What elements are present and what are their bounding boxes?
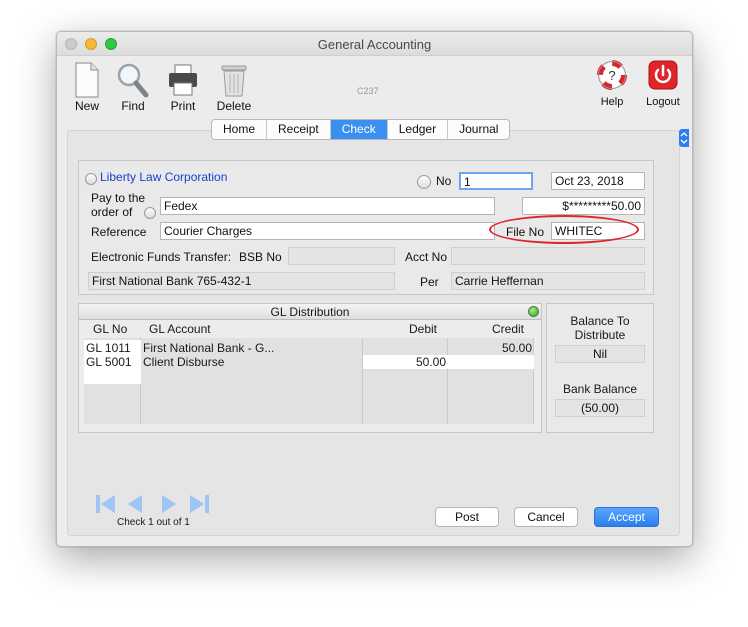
check-no-radio[interactable] — [417, 175, 431, 189]
last-record-icon[interactable] — [188, 494, 210, 514]
toolbar: New Find Print Delete C237 ? Help Logout — [57, 56, 692, 124]
tab-receipt[interactable]: Receipt — [267, 120, 331, 139]
screen-code: C237 — [357, 86, 379, 96]
gl-no-header: GL No — [93, 322, 128, 336]
credit-header: Credit — [492, 322, 525, 336]
find-button[interactable]: Find — [111, 56, 155, 118]
delete-button[interactable]: Delete — [212, 56, 256, 118]
amount-field[interactable]: $*********50.00 — [522, 197, 645, 215]
first-record-icon[interactable] — [95, 494, 117, 514]
bsb-field[interactable] — [288, 247, 395, 265]
power-icon — [648, 60, 678, 90]
main-window: General Accounting New Find Print Delete… — [56, 31, 693, 547]
title-bar: General Accounting — [57, 32, 692, 56]
per-field[interactable]: Carrie Heffernan — [451, 272, 645, 290]
debit-column — [363, 338, 448, 424]
gl-account-cell: First National Bank - G... — [143, 341, 275, 355]
check-no-input[interactable]: 1 — [459, 172, 533, 190]
pay-to-label-line1: Pay to the — [91, 191, 146, 205]
payee-radio[interactable] — [144, 207, 156, 219]
logout-button[interactable]: Logout — [641, 56, 685, 118]
acct-no-field[interactable] — [451, 247, 645, 265]
status-light-icon — [528, 306, 539, 317]
previous-record-icon[interactable] — [127, 494, 143, 514]
new-button[interactable]: New — [65, 56, 109, 118]
payer-radio[interactable] — [85, 173, 97, 185]
debit-header: Debit — [409, 322, 438, 336]
payer-link[interactable]: Liberty Law Corporation — [100, 170, 227, 184]
tab-journal[interactable]: Journal — [448, 120, 510, 139]
credit-cell: 50.00 — [501, 341, 532, 355]
tab-ledger[interactable]: Ledger — [387, 120, 449, 139]
popup-stepper[interactable] — [679, 129, 689, 147]
reference-input[interactable]: Courier Charges — [160, 222, 495, 240]
tab-home[interactable]: Home — [212, 120, 268, 139]
balance-panel: Balance To Distribute Nil Bank Balance (… — [546, 303, 654, 433]
lifebuoy-help-icon: ? — [597, 60, 627, 90]
balance-to-distribute-field: Nil — [555, 345, 645, 363]
help-button[interactable]: ? Help — [590, 56, 634, 118]
check-date-field[interactable]: Oct 23, 2018 — [551, 172, 645, 190]
tab-bar: Home Receipt Check Ledger Journal — [211, 119, 511, 140]
eft-label: Electronic Funds Transfer: — [91, 250, 232, 264]
bank-balance-label: Bank Balance — [562, 382, 638, 396]
post-button[interactable]: Post — [435, 507, 499, 527]
gl-account-cell: Client Disburse — [143, 355, 225, 369]
accept-button[interactable]: Accept — [594, 507, 659, 527]
gl-no-cell: GL 1011 — [86, 341, 131, 355]
gl-account-header: GL Account — [149, 322, 211, 336]
check-no-label: No — [436, 174, 452, 188]
record-status: Check 1 out of 1 — [117, 517, 190, 528]
bsb-label: BSB No — [239, 250, 282, 264]
printer-icon — [169, 64, 197, 96]
gl-distribution-group: GL Distribution GL No GL Account Debit C… — [78, 303, 542, 433]
balance-to-distribute-label: Balance To Distribute — [570, 314, 630, 342]
window-title: General Accounting — [317, 37, 432, 52]
payee-input[interactable]: Fedex — [160, 197, 495, 215]
up-down-arrows-icon — [680, 132, 688, 144]
reference-label: Reference — [91, 225, 147, 239]
cancel-button[interactable]: Cancel — [514, 507, 578, 527]
debit-cell: 50.00 — [415, 355, 446, 369]
new-document-icon — [75, 62, 99, 98]
trash-can-icon — [221, 65, 247, 97]
acct-no-label: Acct No — [405, 250, 448, 264]
magnifier-icon — [117, 63, 149, 98]
bank-account-field[interactable]: First National Bank 765-432-1 — [88, 272, 395, 290]
print-button[interactable]: Print — [161, 56, 205, 118]
check-details-group: Liberty Law Corporation No 1 Oct 23, 201… — [78, 160, 654, 295]
gl-distribution-header: GL Distribution — [79, 304, 541, 320]
per-label: Per — [420, 275, 439, 289]
bank-balance-field: (50.00) — [555, 399, 645, 417]
tab-check[interactable]: Check — [330, 120, 388, 139]
next-record-icon[interactable] — [161, 494, 177, 514]
gl-no-cell: GL 5001 — [86, 355, 132, 369]
file-no-highlight-ellipse — [489, 215, 639, 244]
pay-to-label-line2: order of — [91, 205, 133, 219]
svg-text:?: ? — [608, 68, 615, 83]
